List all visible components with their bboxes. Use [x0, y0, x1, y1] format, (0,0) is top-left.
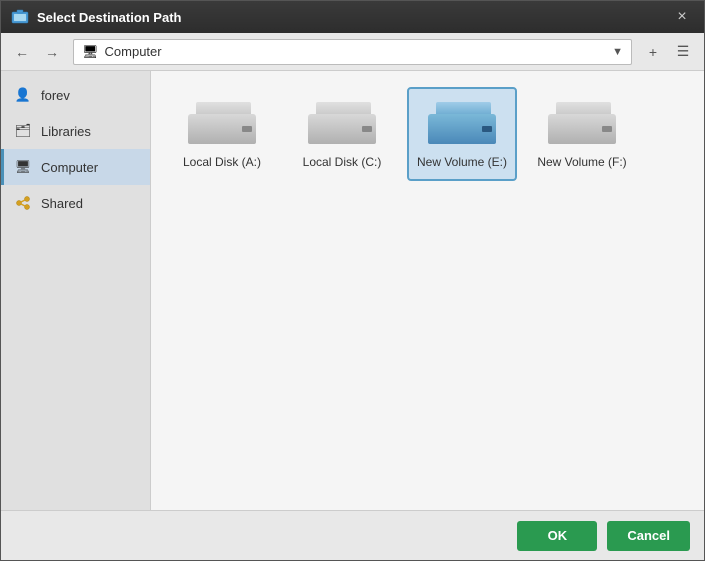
file-label-local-a: Local Disk (A:)	[183, 155, 261, 171]
sidebar-item-libraries[interactable]: 🗂 Libraries	[1, 113, 150, 149]
footer: OK Cancel	[1, 510, 704, 560]
files-grid: Local Disk (A:) Local Disk (C:)	[167, 87, 688, 181]
shared-icon	[13, 193, 33, 213]
sidebar-item-computer[interactable]: 🖥 Computer	[1, 149, 150, 185]
drive-icon-f	[546, 97, 618, 149]
title-bar: Select Destination Path ×	[1, 1, 704, 33]
computer-icon: 🖥	[13, 157, 33, 177]
content-area: 👤 forev 🗂 Libraries 🖥 Computer	[1, 71, 704, 510]
file-item-local-a[interactable]: Local Disk (A:)	[167, 87, 277, 181]
sidebar-item-forev[interactable]: 👤 forev	[1, 77, 150, 113]
view-toggle-button[interactable]: ☰	[670, 39, 696, 65]
back-button[interactable]: ←	[9, 39, 35, 65]
sidebar-label-forev: forev	[41, 88, 70, 103]
drive-icon-c	[306, 97, 378, 149]
breadcrumb-text: Computer	[105, 44, 162, 59]
file-label-new-vol-f: New Volume (F:)	[537, 155, 626, 171]
file-label-new-vol-e: New Volume (E:)	[417, 155, 507, 171]
toolbar: ← → 🖥 Computer ▼ + ☰	[1, 33, 704, 71]
breadcrumb-icon: 🖥	[82, 44, 99, 60]
ok-button[interactable]: OK	[517, 521, 597, 551]
sidebar-label-shared: Shared	[41, 196, 83, 211]
file-item-local-c[interactable]: Local Disk (C:)	[287, 87, 397, 181]
dialog-title: Select Destination Path	[37, 10, 670, 25]
drive-icon-e	[426, 97, 498, 149]
close-button[interactable]: ×	[670, 5, 694, 29]
new-folder-button[interactable]: +	[640, 39, 666, 65]
sidebar-item-shared[interactable]: Shared	[1, 185, 150, 221]
libraries-icon: 🗂	[13, 121, 33, 141]
breadcrumb-bar[interactable]: 🖥 Computer ▼	[73, 39, 632, 65]
file-label-local-c: Local Disk (C:)	[303, 155, 382, 171]
user-icon: 👤	[13, 85, 33, 105]
drive-icon-a	[186, 97, 258, 149]
sidebar-label-libraries: Libraries	[41, 124, 91, 139]
sidebar-label-computer: Computer	[41, 160, 98, 175]
breadcrumb-dropdown-icon[interactable]: ▼	[612, 46, 623, 58]
dialog-icon	[11, 8, 29, 26]
forward-button[interactable]: →	[39, 39, 65, 65]
file-item-new-vol-f[interactable]: New Volume (F:)	[527, 87, 637, 181]
cancel-button[interactable]: Cancel	[607, 521, 690, 551]
main-panel: Local Disk (A:) Local Disk (C:)	[151, 71, 704, 510]
sidebar: 👤 forev 🗂 Libraries 🖥 Computer	[1, 71, 151, 510]
file-item-new-vol-e[interactable]: New Volume (E:)	[407, 87, 517, 181]
dialog: Select Destination Path × ← → 🖥 Computer…	[0, 0, 705, 561]
